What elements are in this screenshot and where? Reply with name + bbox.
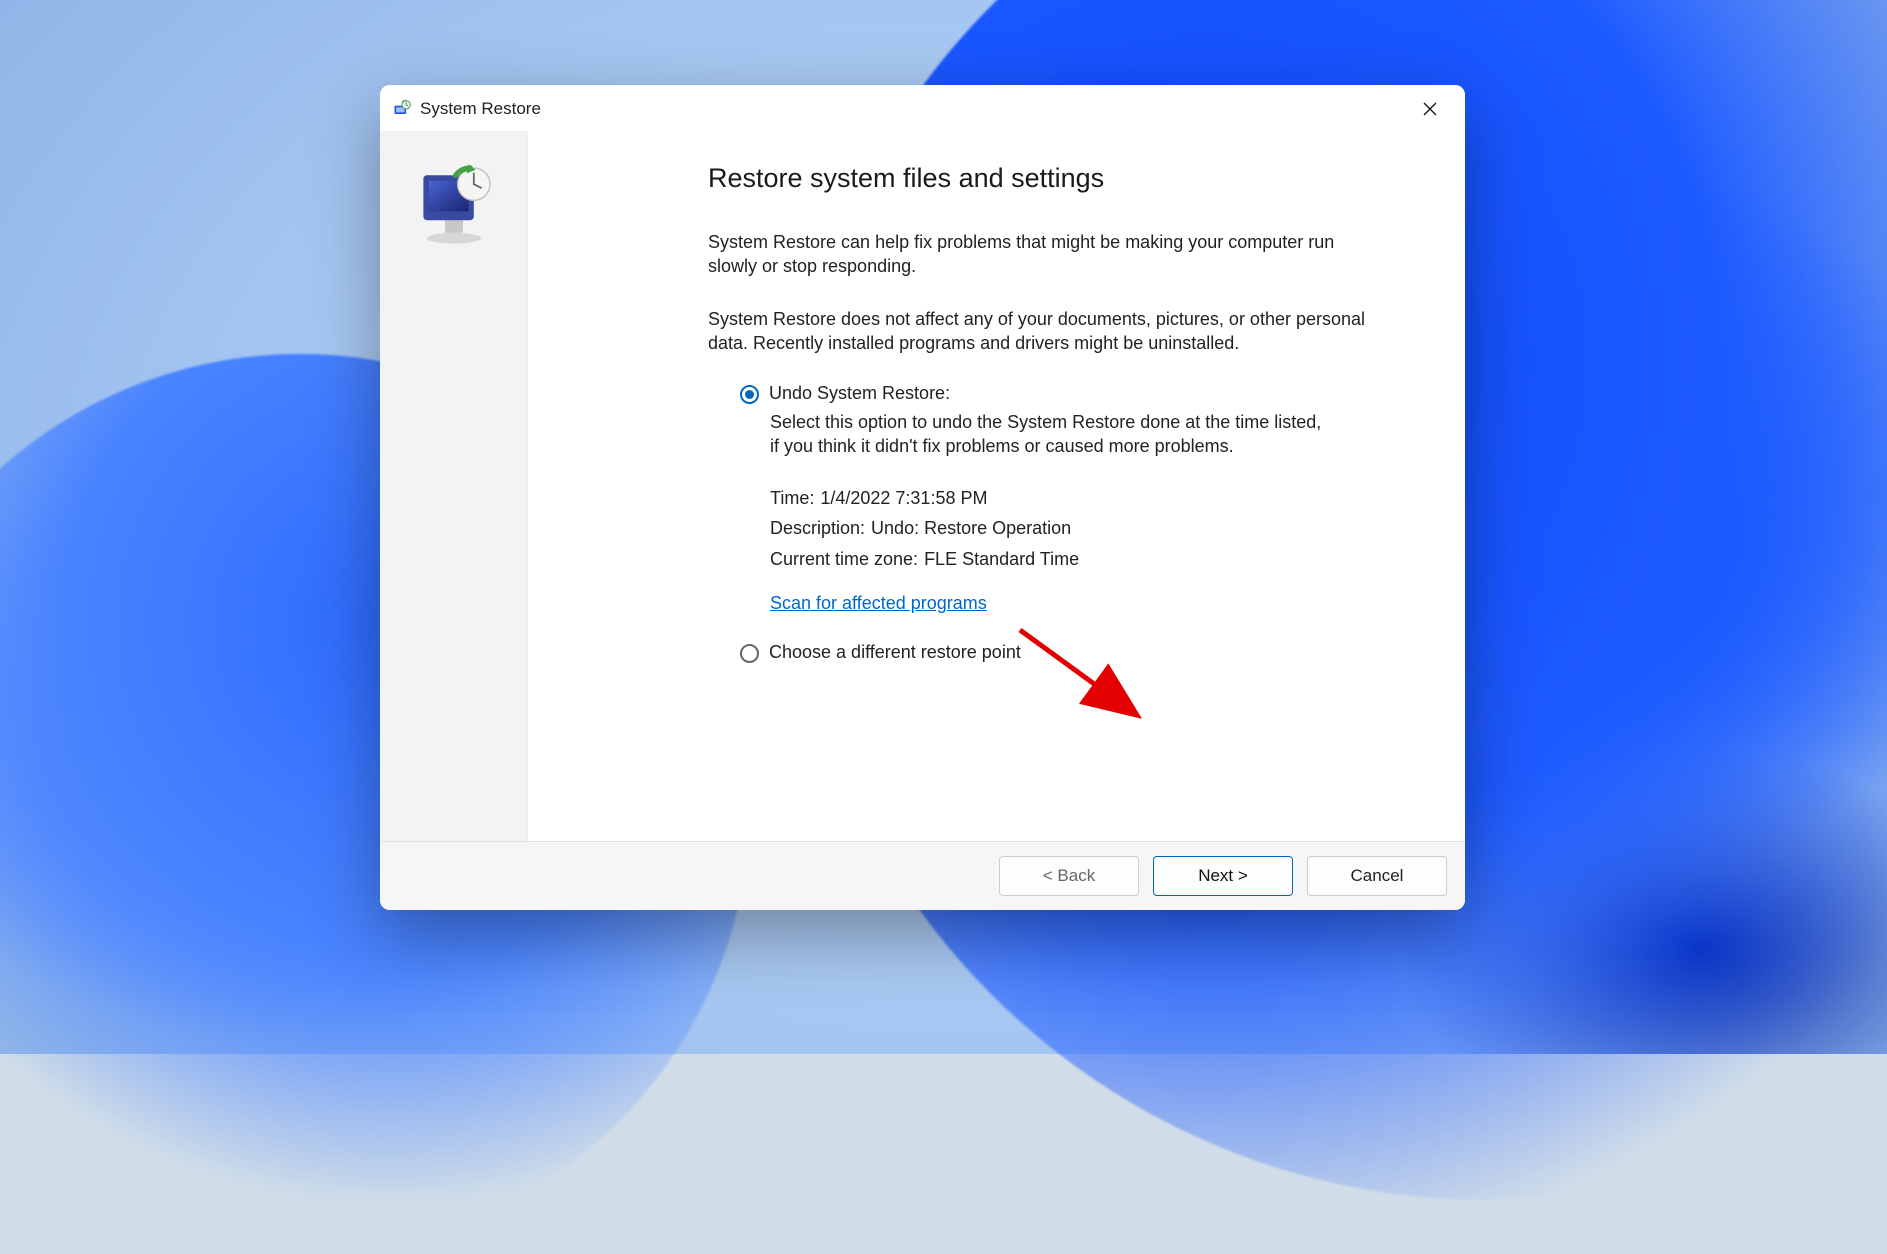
radio-different-point[interactable] [740,644,759,663]
option-undo-label: Undo System Restore: [769,383,950,404]
titlebar-title: System Restore [420,99,1407,119]
system-restore-icon [392,99,412,119]
next-button[interactable]: Next > [1153,856,1293,896]
scan-affected-programs-link[interactable]: Scan for affected programs [770,593,987,614]
detail-desc-value: Undo: Restore Operation [871,513,1071,544]
system-restore-large-icon [409,159,499,249]
detail-tz-label: Current time zone: [770,544,918,575]
titlebar[interactable]: System Restore [380,85,1465,131]
restore-details: Time: 1/4/2022 7:31:58 PM Description: U… [770,483,1405,575]
dialog-body: Restore system files and settings System… [380,131,1465,841]
detail-timezone: Current time zone: FLE Standard Time [770,544,1405,575]
option-undo-restore[interactable]: Undo System Restore: [740,383,1405,404]
detail-time: Time: 1/4/2022 7:31:58 PM [770,483,1405,514]
option-different-point[interactable]: Choose a different restore point [740,642,1405,663]
intro-paragraph-2: System Restore does not affect any of yo… [708,307,1388,356]
detail-desc-label: Description: [770,513,865,544]
system-restore-dialog: System Restore [380,85,1465,910]
detail-tz-value: FLE Standard Time [924,544,1079,575]
option-different-label: Choose a different restore point [769,642,1021,663]
wizard-footer: < Back Next > Cancel [380,841,1465,910]
radio-undo-restore[interactable] [740,385,759,404]
option-undo-description: Select this option to undo the System Re… [770,410,1330,459]
detail-description: Description: Undo: Restore Operation [770,513,1405,544]
intro-paragraph-1: System Restore can help fix problems tha… [708,230,1388,279]
wizard-sidebar [380,131,528,841]
close-button[interactable] [1407,93,1453,125]
cancel-button[interactable]: Cancel [1307,856,1447,896]
wizard-content: Restore system files and settings System… [528,131,1465,841]
detail-time-value: 1/4/2022 7:31:58 PM [820,483,987,514]
back-button[interactable]: < Back [999,856,1139,896]
page-heading: Restore system files and settings [708,163,1405,194]
detail-time-label: Time: [770,483,814,514]
